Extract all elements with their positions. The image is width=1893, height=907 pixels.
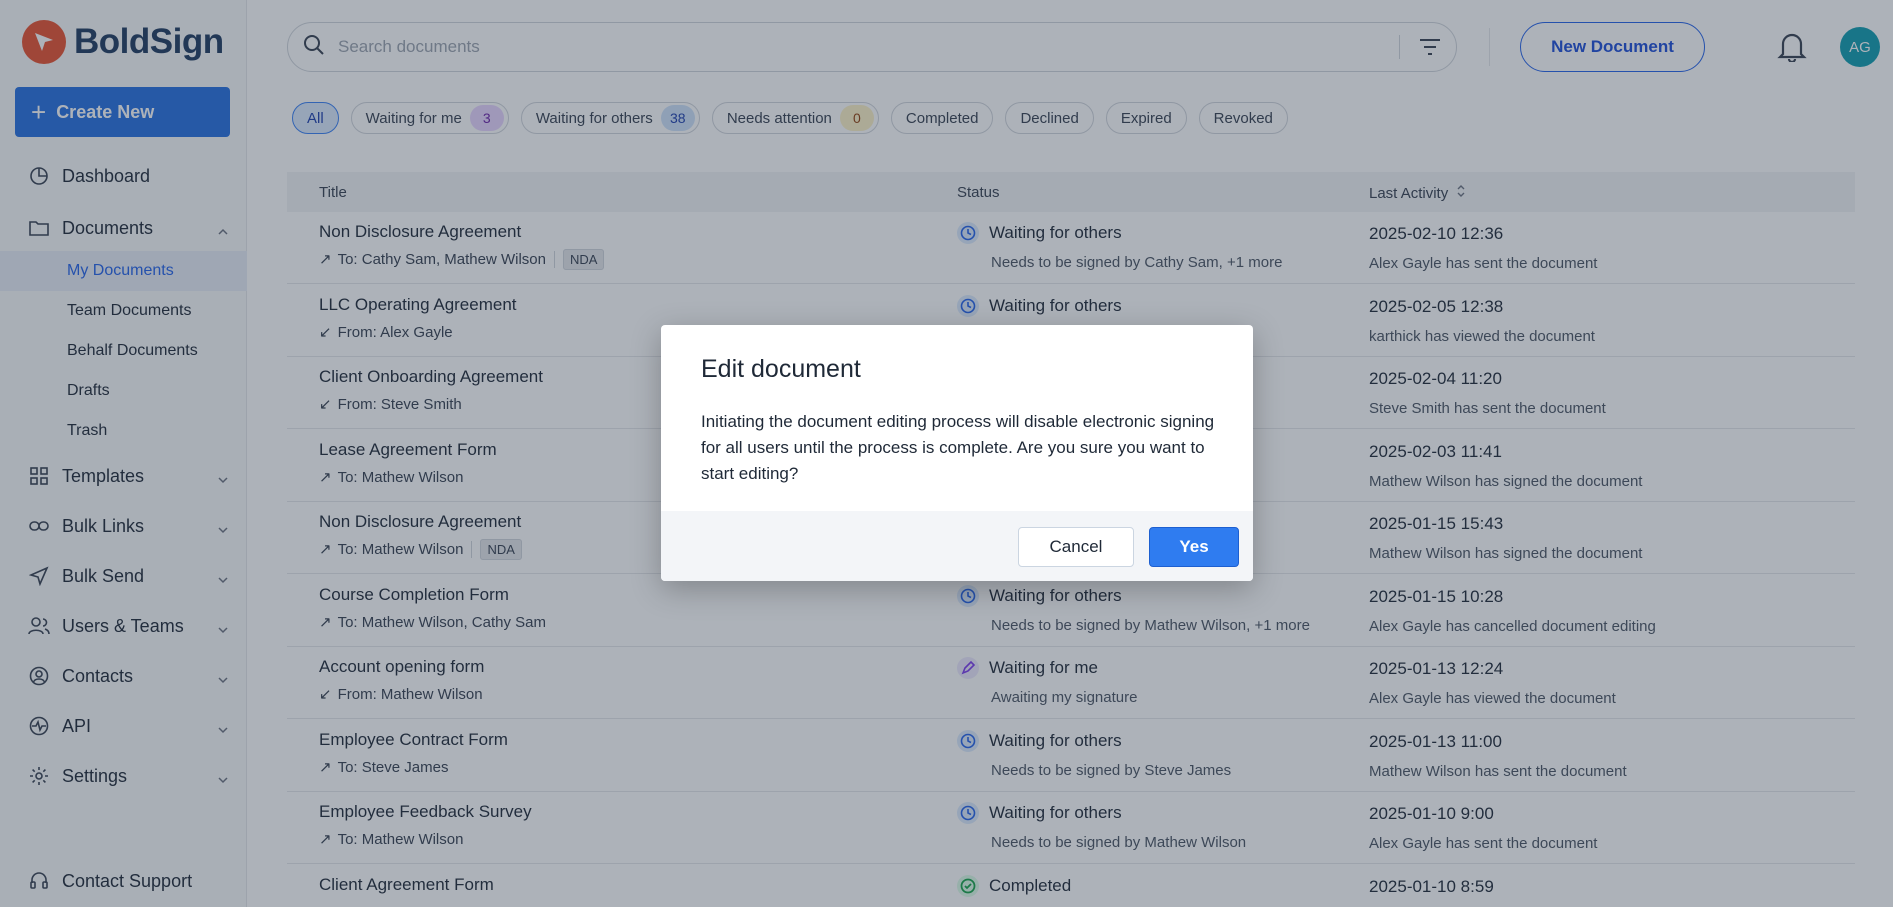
edit-document-dialog: Edit document Initiating the document ed… — [661, 325, 1253, 581]
dialog-message: Initiating the document editing process … — [701, 412, 1215, 483]
dialog-footer: Cancel Yes — [661, 511, 1253, 581]
dialog-title: Edit document — [701, 355, 861, 383]
confirm-yes-button[interactable]: Yes — [1149, 527, 1239, 567]
cancel-button[interactable]: Cancel — [1018, 527, 1134, 567]
